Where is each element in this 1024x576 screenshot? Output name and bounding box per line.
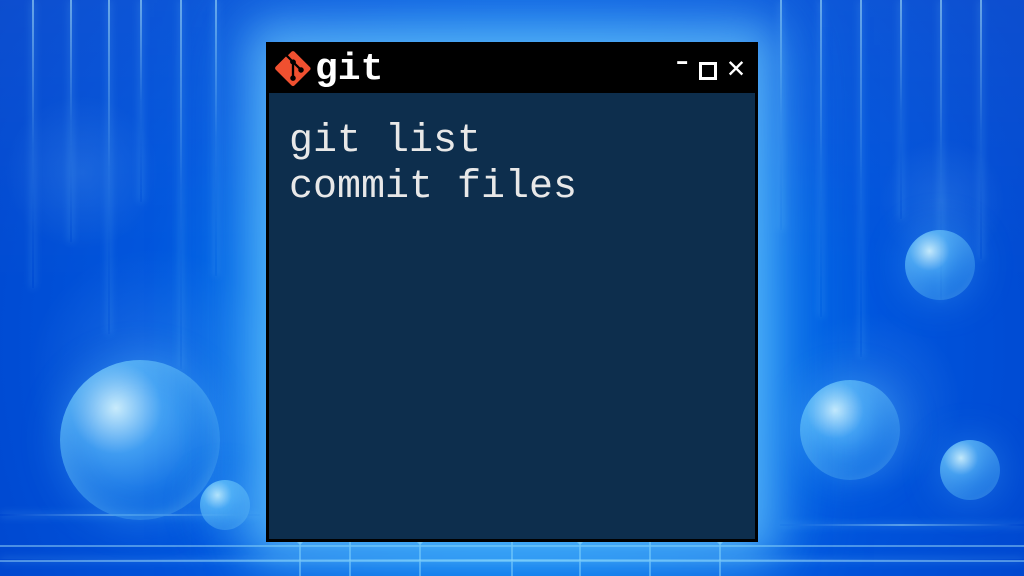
close-button[interactable]: ✕ bbox=[727, 55, 745, 85]
titlebar[interactable]: git - ✕ bbox=[269, 45, 755, 93]
minimize-button[interactable]: - bbox=[671, 45, 693, 81]
git-icon bbox=[275, 51, 311, 87]
terminal-window: git - ✕ git list commit files bbox=[266, 42, 758, 542]
window-title: git bbox=[315, 48, 383, 91]
bg-sphere bbox=[905, 230, 975, 300]
bg-sphere bbox=[800, 380, 900, 480]
terminal-content[interactable]: git list commit files bbox=[269, 93, 755, 539]
maximize-button[interactable] bbox=[699, 62, 717, 80]
